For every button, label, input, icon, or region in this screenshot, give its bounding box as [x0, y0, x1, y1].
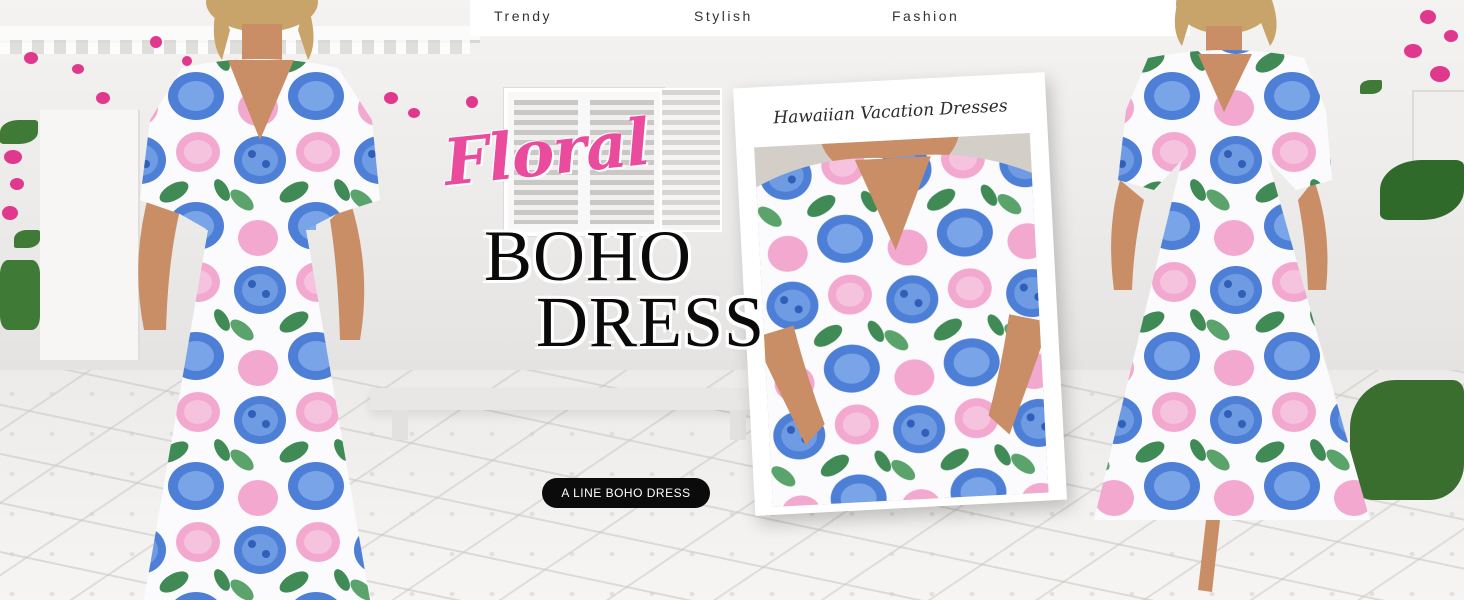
top-tagline-bar: Trendy Stylish Fashion	[470, 0, 1190, 36]
model-right	[1086, 0, 1376, 600]
bench-leg	[730, 410, 746, 440]
stone-bench	[370, 388, 770, 410]
closeup-floral-dress	[754, 132, 1049, 507]
tagline-trendy: Trendy	[494, 8, 553, 24]
wall-panel	[1412, 90, 1464, 164]
tagline-stylish: Stylish	[694, 8, 753, 24]
floral-dress-right	[1094, 0, 1370, 592]
floral-dress-left	[138, 0, 380, 600]
model-left	[110, 0, 410, 600]
polaroid-card: Hawaiian Vacation Dresses	[733, 72, 1067, 516]
tagline-fashion: Fashion	[892, 8, 960, 24]
a-line-boho-dress-button[interactable]: A LINE BOHO DRESS	[542, 478, 710, 508]
polaroid-caption: Hawaiian Vacation Dresses	[772, 96, 1009, 129]
headline-line-2: DRESS	[536, 282, 766, 362]
polaroid-photo	[754, 132, 1049, 507]
